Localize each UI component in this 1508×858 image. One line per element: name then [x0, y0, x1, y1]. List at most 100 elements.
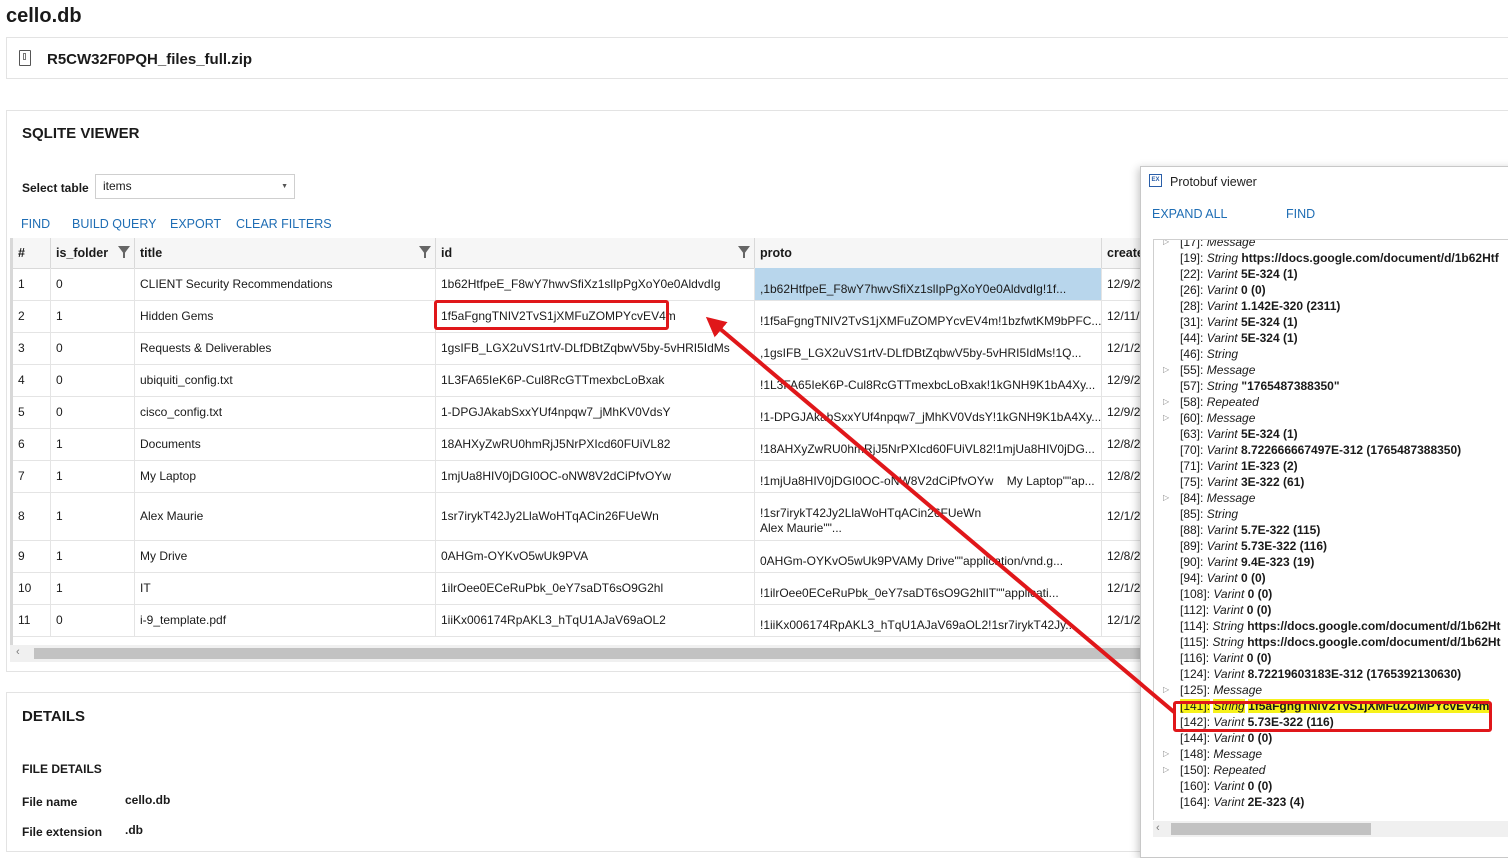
cell-proto[interactable]: !1f5aFgngTNIV2TvS1jXMFuZOMPYcvEV4m!1bzfw… — [755, 300, 1102, 332]
protobuf-field[interactable]: [57]: String "1765487388350" — [1154, 378, 1508, 394]
protobuf-field[interactable]: ▷ [150]: Repeated — [1154, 762, 1508, 778]
protobuf-field[interactable]: [114]: String https://docs.google.com/do… — [1154, 618, 1508, 634]
cell-number[interactable]: 8 — [13, 492, 51, 540]
cell-number[interactable]: 2 — [13, 300, 51, 332]
protobuf-field[interactable]: [144]: Varint 0 (0) — [1154, 730, 1508, 746]
cell-title[interactable]: My Laptop — [135, 460, 436, 492]
cell-proto[interactable]: ,1gsIFB_LGX2uVS1rtV-DLfDBtZqbwV5by-5vHRI… — [755, 332, 1102, 364]
column-header-title[interactable]: title — [135, 238, 436, 268]
cell-is-folder[interactable]: 1 — [51, 428, 135, 460]
clear-filters-button[interactable]: CLEAR FILTERS — [236, 217, 332, 231]
cell-number[interactable]: 4 — [13, 364, 51, 396]
build-query-button[interactable]: BUILD QUERY — [72, 217, 157, 231]
cell-proto[interactable]: 0AHGm-OYKvO5wUk9PVAMy Drive""application… — [755, 540, 1102, 572]
table-row[interactable]: 5 0 cisco_config.txt 1-DPGJAkabSxxYUf4npqw7… — [13, 396, 1143, 429]
protobuf-field[interactable]: [44]: Varint 5E-324 (1) — [1154, 330, 1508, 346]
table-row[interactable]: 10 1 IT 1ilrOee0ECeRuPbk_0eY7saDT6sO9G2hl !1… — [13, 572, 1143, 605]
cell-is-folder[interactable]: 1 — [51, 460, 135, 492]
cell-is-folder[interactable]: 0 — [51, 268, 135, 300]
protobuf-field[interactable]: [124]: Varint 8.72219603183E-312 (176539… — [1154, 666, 1508, 682]
table-row[interactable]: 11 0 i-9_template.pdf 1iiKx006174RpAKL3_hTq… — [13, 604, 1143, 637]
cell-number[interactable]: 7 — [13, 460, 51, 492]
table-row[interactable]: 4 0 ubiquiti_config.txt 1L3FA65IeK6P-Cul8Rc… — [13, 364, 1143, 397]
expand-toggle-icon[interactable]: ▷ — [1163, 394, 1169, 410]
protobuf-field[interactable]: [116]: Varint 0 (0) — [1154, 650, 1508, 666]
protobuf-field[interactable]: [164]: Varint 2E-323 (4) — [1154, 794, 1508, 810]
cell-create[interactable]: 12/9/2 — [1102, 364, 1143, 396]
protobuf-field[interactable]: [63]: Varint 5E-324 (1) — [1154, 426, 1508, 442]
cell-number[interactable]: 10 — [13, 572, 51, 604]
cell-proto[interactable]: !18AHXyZwRU0hmRjJ5NrPXIcd60FUiVL82!1mjUa… — [755, 428, 1102, 460]
cell-title[interactable]: My Drive — [135, 540, 436, 572]
cell-title[interactable]: Documents — [135, 428, 436, 460]
cell-number[interactable]: 6 — [13, 428, 51, 460]
cell-create[interactable]: 12/9/2 — [1102, 396, 1143, 428]
protobuf-field[interactable]: ▷ [125]: Message — [1154, 682, 1508, 698]
cell-is-folder[interactable]: 1 — [51, 300, 135, 332]
protobuf-field[interactable]: ▷ [84]: Message — [1154, 490, 1508, 506]
expand-toggle-icon[interactable]: ▷ — [1163, 240, 1169, 250]
cell-proto[interactable]: ,1b62HtfpeE_F8wY7hwvSfiXz1slIpPgXoY0e0Al… — [755, 268, 1102, 300]
expand-toggle-icon[interactable]: ▷ — [1163, 682, 1169, 698]
protobuf-field[interactable]: [31]: Varint 5E-324 (1) — [1154, 314, 1508, 330]
cell-id[interactable]: 1gsIFB_LGX2uVS1rtV-DLfDBtZqbwV5by-5vHRI5… — [436, 332, 755, 364]
scrollbar-thumb[interactable] — [1171, 823, 1371, 835]
column-header-is-folder[interactable]: is_folder — [51, 238, 135, 268]
cell-id[interactable]: 1iiKx006174RpAKL3_hTqU1AJaV69aOL2 — [436, 604, 755, 636]
protobuf-field[interactable]: [22]: Varint 5E-324 (1) — [1154, 266, 1508, 282]
cell-title[interactable]: ubiquiti_config.txt — [135, 364, 436, 396]
table-horizontal-scrollbar[interactable]: ‹ — [10, 645, 1140, 662]
expand-toggle-icon[interactable]: ▷ — [1163, 746, 1169, 762]
cell-title[interactable]: Hidden Gems — [135, 300, 436, 332]
protobuf-find-button[interactable]: FIND — [1286, 207, 1315, 221]
table-row[interactable]: 1 0 CLIENT Security Recommendations 1b62Htf… — [13, 268, 1143, 301]
cell-proto[interactable]: !1L3FA65IeK6P-Cul8RcGTTmexbcLoBxak!1kGNH… — [755, 364, 1102, 396]
expand-toggle-icon[interactable]: ▷ — [1163, 762, 1169, 778]
filter-icon[interactable] — [419, 246, 431, 258]
protobuf-field[interactable]: [19]: String https://docs.google.com/doc… — [1154, 250, 1508, 266]
cell-proto[interactable]: !1-DPGJAkabSxxYUf4npqw7_jMhKV0VdsY!1kGNH… — [755, 396, 1102, 428]
cell-is-folder[interactable]: 0 — [51, 604, 135, 636]
cell-id[interactable]: 1ilrOee0ECeRuPbk_0eY7saDT6sO9G2hl — [436, 572, 755, 604]
cell-create[interactable]: 12/11/ — [1102, 300, 1143, 332]
column-header-proto[interactable]: proto — [755, 238, 1102, 268]
protobuf-field[interactable]: ▷ [58]: Repeated — [1154, 394, 1508, 410]
protobuf-horizontal-scrollbar[interactable]: ‹ — [1153, 821, 1508, 837]
protobuf-field[interactable]: [85]: String — [1154, 506, 1508, 522]
column-header-create[interactable]: create — [1102, 238, 1143, 268]
protobuf-field[interactable]: ▷ [148]: Message — [1154, 746, 1508, 762]
protobuf-field[interactable]: ▷ [55]: Message — [1154, 362, 1508, 378]
cell-title[interactable]: Requests & Deliverables — [135, 332, 436, 364]
cell-proto[interactable]: !1iiKx006174RpAKL3_hTqU1AJaV69aOL2!1sr7i… — [755, 604, 1102, 636]
expand-toggle-icon[interactable]: ▷ — [1163, 362, 1169, 378]
find-button[interactable]: FIND — [21, 217, 50, 231]
cell-title[interactable]: i-9_template.pdf — [135, 604, 436, 636]
cell-title[interactable]: CLIENT Security Recommendations — [135, 268, 436, 300]
cell-id[interactable]: 0AHGm-OYKvO5wUk9PVA — [436, 540, 755, 572]
expand-toggle-icon[interactable]: ▷ — [1163, 410, 1169, 426]
protobuf-field[interactable]: [46]: String — [1154, 346, 1508, 362]
cell-create[interactable]: 12/8/2 — [1102, 460, 1143, 492]
cell-number[interactable]: 11 — [13, 604, 51, 636]
cell-create[interactable]: 12/8/2 — [1102, 540, 1143, 572]
protobuf-field[interactable]: [28]: Varint 1.142E-320 (2311) — [1154, 298, 1508, 314]
cell-is-folder[interactable]: 1 — [51, 540, 135, 572]
cell-is-folder[interactable]: 0 — [51, 332, 135, 364]
cell-is-folder[interactable]: 1 — [51, 492, 135, 540]
table-row[interactable]: 7 1 My Laptop 1mjUa8HIV0jDGI0OC-oNW8V2dCiPf… — [13, 460, 1143, 493]
protobuf-field[interactable]: [70]: Varint 8.722666667497E-312 (176548… — [1154, 442, 1508, 458]
cell-proto[interactable]: !1sr7irykT42Jy2LlaWoHTqACin26FUeWn Alex … — [755, 492, 1102, 540]
protobuf-field[interactable]: [89]: Varint 5.73E-322 (116) — [1154, 538, 1508, 554]
protobuf-field[interactable]: [88]: Varint 5.7E-322 (115) — [1154, 522, 1508, 538]
cell-create[interactable]: 12/1/2 — [1102, 332, 1143, 364]
filter-icon[interactable] — [118, 246, 130, 258]
cell-is-folder[interactable]: 0 — [51, 396, 135, 428]
table-select[interactable]: items ▼ — [95, 174, 295, 199]
scroll-left-icon[interactable]: ‹ — [1156, 822, 1160, 834]
column-header-number[interactable]: # — [13, 238, 51, 268]
scrollbar-thumb[interactable] — [34, 648, 1140, 659]
export-button[interactable]: EXPORT — [170, 217, 221, 231]
cell-title[interactable]: IT — [135, 572, 436, 604]
protobuf-field[interactable]: [112]: Varint 0 (0) — [1154, 602, 1508, 618]
cell-create[interactable]: 12/1/2 — [1102, 572, 1143, 604]
